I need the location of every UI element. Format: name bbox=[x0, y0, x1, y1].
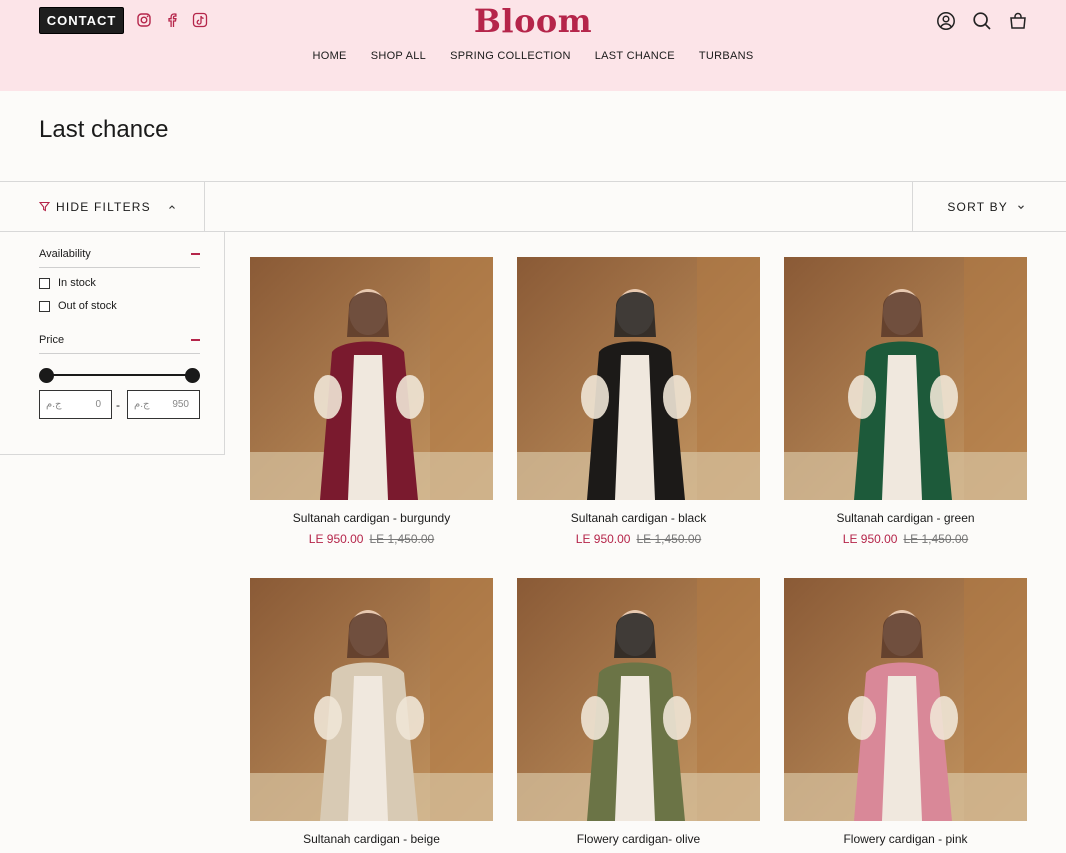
sort-by-button[interactable]: SORT BY bbox=[912, 182, 1066, 231]
out-of-stock-label: Out of stock bbox=[58, 300, 117, 312]
chevron-up-icon bbox=[168, 204, 175, 209]
brand-logo[interactable]: Bloom bbox=[0, 2, 1066, 40]
nav-shop-all[interactable]: SHOP ALL bbox=[371, 50, 426, 62]
availability-filter-header[interactable]: Availability bbox=[39, 248, 200, 268]
product-name[interactable]: Sultanah cardigan - green bbox=[784, 511, 1027, 525]
collapse-availability-icon[interactable] bbox=[191, 253, 200, 255]
availability-label: Availability bbox=[39, 248, 91, 260]
nav-turbans[interactable]: TURBANS bbox=[699, 50, 754, 62]
product-prices: LE 950.00 LE 1,450.00 bbox=[517, 532, 760, 546]
price-slider-min-handle[interactable] bbox=[39, 368, 54, 383]
main-nav: HOME SHOP ALL SPRING COLLECTION LAST CHA… bbox=[0, 50, 1066, 62]
product-name[interactable]: Flowery cardigan - pink bbox=[784, 832, 1027, 846]
price-slider-track[interactable] bbox=[46, 374, 192, 376]
price-min-value: 0 bbox=[95, 399, 101, 410]
sale-price: LE 950.00 bbox=[842, 532, 898, 546]
product-card[interactable]: Sultanah cardigan - burgundy LE 950.00 LE … bbox=[250, 257, 493, 546]
compare-at-price: LE 1,450.00 bbox=[369, 532, 435, 546]
price-filter-header[interactable]: Price bbox=[39, 334, 200, 354]
hide-filters-label: HIDE FILTERS bbox=[56, 199, 151, 214]
sale-price: LE 950.00 bbox=[575, 532, 631, 546]
product-card[interactable]: Flowery cardigan - pink bbox=[784, 578, 1027, 846]
product-card[interactable]: Sultanah cardigan - black LE 950.00 LE 1,4… bbox=[517, 257, 760, 546]
product-card[interactable]: Flowery cardigan- olive bbox=[517, 578, 760, 846]
filter-toolbar: HIDE FILTERS SORT BY bbox=[0, 181, 1066, 232]
price-label: Price bbox=[39, 334, 65, 346]
product-image[interactable] bbox=[517, 257, 760, 500]
nav-last-chance[interactable]: LAST CHANCE bbox=[595, 50, 675, 62]
product-image[interactable] bbox=[784, 578, 1027, 821]
site-header: CONTACT Bloom HOME SHOP ALL SPRING COLLE… bbox=[0, 0, 1066, 91]
product-image[interactable] bbox=[250, 578, 493, 821]
in-stock-label: In stock bbox=[58, 277, 96, 289]
compare-at-price: LE 1,450.00 bbox=[636, 532, 702, 546]
hide-filters-button[interactable]: HIDE FILTERS bbox=[0, 182, 205, 231]
price-min-input[interactable]: ج.م 0 bbox=[39, 390, 112, 419]
product-image[interactable] bbox=[250, 257, 493, 500]
nav-home[interactable]: HOME bbox=[312, 50, 346, 62]
sale-price: LE 950.00 bbox=[308, 532, 364, 546]
product-card[interactable]: Sultanah cardigan - green LE 950.00 LE 1,4… bbox=[784, 257, 1027, 546]
filter-out-of-stock[interactable]: Out of stock bbox=[39, 300, 117, 312]
out-of-stock-checkbox[interactable] bbox=[39, 300, 50, 312]
price-slider-max-handle[interactable] bbox=[185, 368, 200, 383]
currency-label-min: ج.م bbox=[46, 399, 62, 410]
currency-label-max: ج.م bbox=[134, 399, 150, 410]
compare-at-price: LE 1,450.00 bbox=[903, 532, 969, 546]
in-stock-checkbox[interactable] bbox=[39, 277, 50, 289]
collapse-price-icon[interactable] bbox=[191, 339, 200, 341]
nav-spring-collection[interactable]: SPRING COLLECTION bbox=[450, 50, 571, 62]
filter-in-stock[interactable]: In stock bbox=[39, 277, 96, 289]
price-max-value: 950 bbox=[172, 399, 189, 410]
product-image[interactable] bbox=[517, 578, 760, 821]
page-title: Last chance bbox=[39, 116, 169, 143]
chevron-down-icon bbox=[1018, 204, 1024, 209]
product-image[interactable] bbox=[784, 257, 1027, 500]
search-icon[interactable] bbox=[972, 11, 992, 31]
product-card[interactable]: Sultanah cardigan - beige bbox=[250, 578, 493, 846]
price-range-separator: - bbox=[116, 398, 120, 412]
account-icon[interactable] bbox=[936, 11, 956, 31]
product-prices: LE 950.00 LE 1,450.00 bbox=[784, 532, 1027, 546]
bag-icon[interactable] bbox=[1008, 11, 1028, 31]
product-name[interactable]: Sultanah cardigan - beige bbox=[250, 832, 493, 846]
filter-icon bbox=[39, 201, 50, 212]
product-name[interactable]: Flowery cardigan- olive bbox=[517, 832, 760, 846]
sort-by-label: SORT BY bbox=[947, 199, 1008, 214]
price-max-input[interactable]: ج.م 950 bbox=[127, 390, 200, 419]
filter-sidebar: Availability In stock Out of stock Price… bbox=[0, 232, 225, 455]
product-name[interactable]: Sultanah cardigan - burgundy bbox=[250, 511, 493, 525]
product-name[interactable]: Sultanah cardigan - black bbox=[517, 511, 760, 525]
product-prices: LE 950.00 LE 1,450.00 bbox=[250, 532, 493, 546]
